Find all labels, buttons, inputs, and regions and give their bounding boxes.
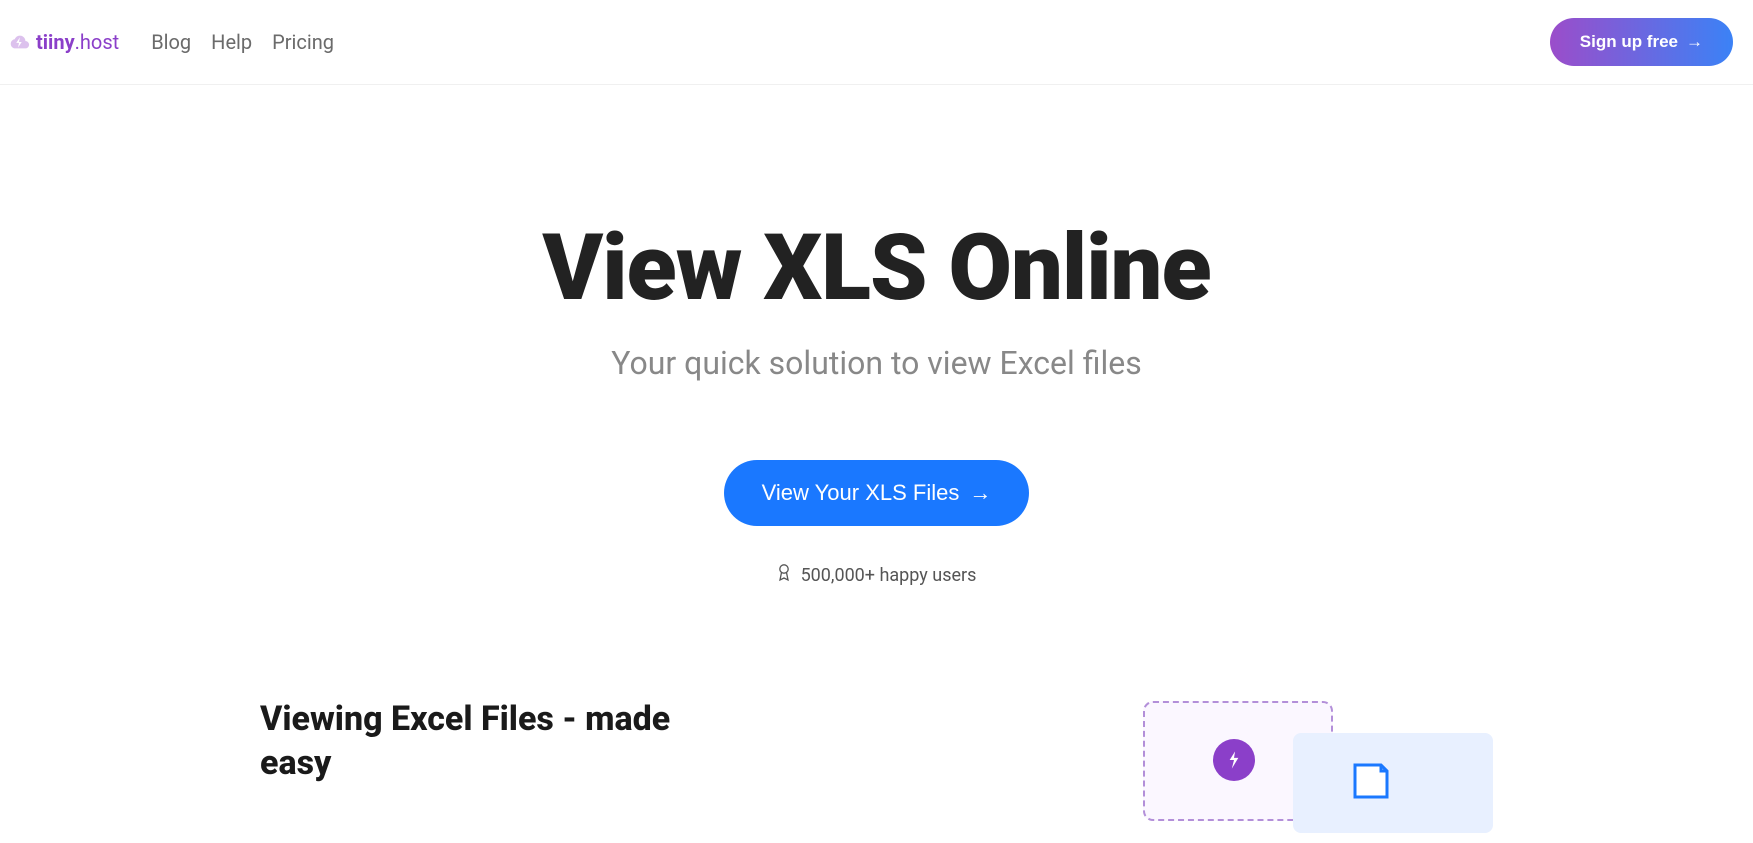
logo-text: tiiny.host — [36, 30, 119, 54]
feature-section: Viewing Excel Files - made easy — [0, 587, 1753, 837]
users-text: 500,000+ happy users — [801, 565, 977, 586]
hero: View XLS Online Your quick solution to v… — [0, 85, 1753, 587]
signup-label: Sign up free — [1580, 32, 1678, 52]
panel-illustration — [1293, 733, 1493, 833]
nav: Blog Help Pricing — [151, 30, 334, 54]
medal-icon — [777, 564, 791, 587]
nav-help[interactable]: Help — [211, 30, 252, 54]
nav-blog[interactable]: Blog — [151, 30, 191, 54]
section-title: Viewing Excel Files - made easy — [260, 697, 740, 785]
hero-title: View XLS Online — [0, 215, 1753, 322]
header: tiiny.host Blog Help Pricing Sign up fre… — [0, 0, 1753, 85]
users-row: 500,000+ happy users — [0, 564, 1753, 587]
hero-subtitle: Your quick solution to view Excel files — [0, 344, 1753, 382]
header-left: tiiny.host Blog Help Pricing — [8, 30, 334, 54]
signup-button[interactable]: Sign up free → — [1550, 18, 1733, 66]
nav-pricing[interactable]: Pricing — [272, 30, 334, 54]
document-icon — [1349, 761, 1393, 801]
cta-label: View Your XLS Files — [762, 480, 960, 506]
arrow-right-icon: → — [1686, 32, 1703, 52]
cloud-bolt-icon — [1213, 739, 1255, 781]
arrow-right-icon: → — [969, 480, 991, 506]
logo[interactable]: tiiny.host — [8, 30, 119, 54]
cloud-bolt-icon — [8, 31, 30, 53]
view-files-button[interactable]: View Your XLS Files → — [724, 460, 1030, 526]
upload-illustration — [1113, 697, 1493, 837]
